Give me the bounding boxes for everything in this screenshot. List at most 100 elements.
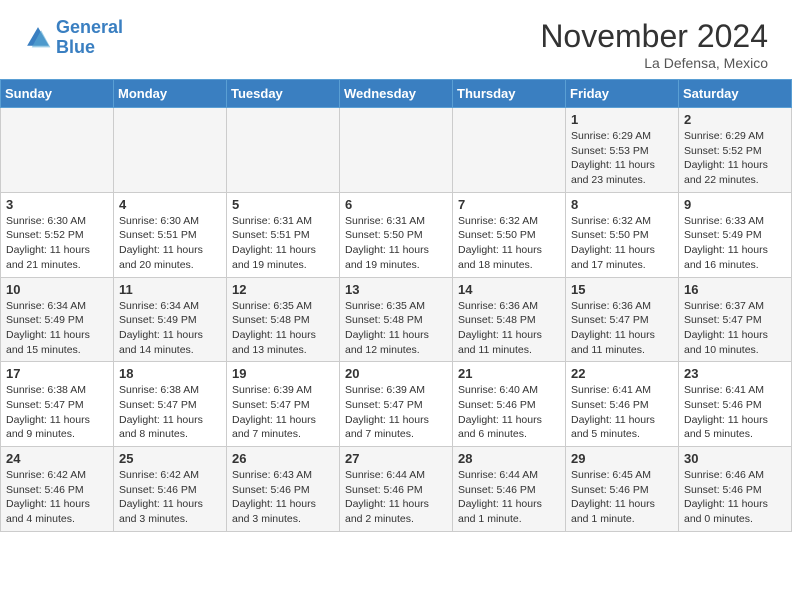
day-number: 4 xyxy=(119,197,221,212)
day-number: 13 xyxy=(345,282,447,297)
calendar-cell xyxy=(340,108,453,193)
calendar-week-row: 24 Sunrise: 6:42 AM Sunset: 5:46 PM Dayli… xyxy=(1,447,792,532)
calendar-cell: 16Sunrise: 6:37 AM Sunset: 5:47 PM Dayli… xyxy=(679,277,792,362)
month-title: November 2024 xyxy=(540,18,768,55)
page-header: General Blue November 2024 La Defensa, M… xyxy=(0,0,792,79)
logo-icon xyxy=(24,24,52,52)
day-number: 24 xyxy=(6,451,108,466)
day-number: 20 xyxy=(345,366,447,381)
cell-content: Sunrise: 6:45 AM Sunset: 5:46 PM Dayligh… xyxy=(571,468,673,527)
cell-content: Sunrise: 6:40 AM Sunset: 5:46 PM Dayligh… xyxy=(458,383,560,442)
day-number: 28 xyxy=(458,451,560,466)
logo-line1: General xyxy=(56,17,123,37)
title-area: November 2024 La Defensa, Mexico xyxy=(540,18,768,71)
cell-content: Sunrise: 6:36 AM Sunset: 5:48 PM Dayligh… xyxy=(458,299,560,358)
weekday-header: Saturday xyxy=(679,80,792,108)
calendar-cell: 19 Sunrise: 6:39 AM Sunset: 5:47 PM Dayli… xyxy=(227,362,340,447)
calendar-cell: 4 Sunrise: 6:30 AM Sunset: 5:51 PM Daylig… xyxy=(114,192,227,277)
cell-content: Sunrise: 6:39 AM Sunset: 5:47 PM Dayligh… xyxy=(232,383,334,442)
calendar-cell: 24 Sunrise: 6:42 AM Sunset: 5:46 PM Dayli… xyxy=(1,447,114,532)
cell-content: Sunrise: 6:37 AM Sunset: 5:47 PM Dayligh… xyxy=(684,299,786,358)
day-number: 23 xyxy=(684,366,786,381)
weekday-header: Friday xyxy=(566,80,679,108)
day-number: 26 xyxy=(232,451,334,466)
calendar-cell: 7 Sunrise: 6:32 AM Sunset: 5:50 PM Daylig… xyxy=(453,192,566,277)
calendar-cell: 8Sunrise: 6:32 AM Sunset: 5:50 PM Daylig… xyxy=(566,192,679,277)
logo-line2: Blue xyxy=(56,37,95,57)
calendar-cell: 18 Sunrise: 6:38 AM Sunset: 5:47 PM Dayli… xyxy=(114,362,227,447)
logo-text: General Blue xyxy=(56,18,123,58)
calendar-cell: 15 Sunrise: 6:36 AM Sunset: 5:47 PM Dayli… xyxy=(566,277,679,362)
day-number: 19 xyxy=(232,366,334,381)
calendar-cell: 30 Sunrise: 6:46 AM Sunset: 5:46 PM Dayli… xyxy=(679,447,792,532)
cell-content: Sunrise: 6:39 AM Sunset: 5:47 PM Dayligh… xyxy=(345,383,447,442)
day-number: 9 xyxy=(684,197,786,212)
weekday-header: Wednesday xyxy=(340,80,453,108)
calendar-cell: 26Sunrise: 6:43 AM Sunset: 5:46 PM Dayli… xyxy=(227,447,340,532)
day-number: 27 xyxy=(345,451,447,466)
day-number: 11 xyxy=(119,282,221,297)
calendar-cell: 10 Sunrise: 6:34 AM Sunset: 5:49 PM Dayli… xyxy=(1,277,114,362)
weekday-header-row: SundayMondayTuesdayWednesdayThursdayFrid… xyxy=(1,80,792,108)
day-number: 30 xyxy=(684,451,786,466)
cell-content: Sunrise: 6:46 AM Sunset: 5:46 PM Dayligh… xyxy=(684,468,786,527)
day-number: 7 xyxy=(458,197,560,212)
day-number: 15 xyxy=(571,282,673,297)
cell-content: Sunrise: 6:29 AM Sunset: 5:53 PM Dayligh… xyxy=(571,129,673,188)
cell-content: Sunrise: 6:41 AM Sunset: 5:46 PM Dayligh… xyxy=(684,383,786,442)
calendar-cell: 14 Sunrise: 6:36 AM Sunset: 5:48 PM Dayli… xyxy=(453,277,566,362)
cell-content: Sunrise: 6:33 AM Sunset: 5:49 PM Dayligh… xyxy=(684,214,786,273)
day-number: 14 xyxy=(458,282,560,297)
day-number: 25 xyxy=(119,451,221,466)
weekday-header: Thursday xyxy=(453,80,566,108)
day-number: 18 xyxy=(119,366,221,381)
calendar-week-row: 1 Sunrise: 6:29 AM Sunset: 5:53 PM Daylig… xyxy=(1,108,792,193)
weekday-header: Monday xyxy=(114,80,227,108)
calendar-cell: 21 Sunrise: 6:40 AM Sunset: 5:46 PM Dayli… xyxy=(453,362,566,447)
cell-content: Sunrise: 6:44 AM Sunset: 5:46 PM Dayligh… xyxy=(458,468,560,527)
day-number: 17 xyxy=(6,366,108,381)
location: La Defensa, Mexico xyxy=(540,55,768,71)
day-number: 3 xyxy=(6,197,108,212)
weekday-header: Tuesday xyxy=(227,80,340,108)
calendar-cell: 12Sunrise: 6:35 AM Sunset: 5:48 PM Dayli… xyxy=(227,277,340,362)
calendar-week-row: 17 Sunrise: 6:38 AM Sunset: 5:47 PM Dayli… xyxy=(1,362,792,447)
cell-content: Sunrise: 6:42 AM Sunset: 5:46 PM Dayligh… xyxy=(6,468,108,527)
day-number: 6 xyxy=(345,197,447,212)
cell-content: Sunrise: 6:30 AM Sunset: 5:51 PM Dayligh… xyxy=(119,214,221,273)
day-number: 8 xyxy=(571,197,673,212)
calendar-cell: 11Sunrise: 6:34 AM Sunset: 5:49 PM Dayli… xyxy=(114,277,227,362)
calendar-cell: 23 Sunrise: 6:41 AM Sunset: 5:46 PM Dayli… xyxy=(679,362,792,447)
day-number: 21 xyxy=(458,366,560,381)
day-number: 1 xyxy=(571,112,673,127)
cell-content: Sunrise: 6:31 AM Sunset: 5:51 PM Dayligh… xyxy=(232,214,334,273)
cell-content: Sunrise: 6:42 AM Sunset: 5:46 PM Dayligh… xyxy=(119,468,221,527)
calendar-cell: 20 Sunrise: 6:39 AM Sunset: 5:47 PM Dayli… xyxy=(340,362,453,447)
cell-content: Sunrise: 6:34 AM Sunset: 5:49 PM Dayligh… xyxy=(6,299,108,358)
calendar-cell: 5 Sunrise: 6:31 AM Sunset: 5:51 PM Daylig… xyxy=(227,192,340,277)
cell-content: Sunrise: 6:29 AM Sunset: 5:52 PM Dayligh… xyxy=(684,129,786,188)
calendar-cell xyxy=(114,108,227,193)
weekday-header: Sunday xyxy=(1,80,114,108)
calendar-week-row: 10 Sunrise: 6:34 AM Sunset: 5:49 PM Dayli… xyxy=(1,277,792,362)
calendar-cell: 27Sunrise: 6:44 AM Sunset: 5:46 PM Dayli… xyxy=(340,447,453,532)
day-number: 29 xyxy=(571,451,673,466)
cell-content: Sunrise: 6:36 AM Sunset: 5:47 PM Dayligh… xyxy=(571,299,673,358)
calendar-cell xyxy=(453,108,566,193)
calendar-cell: 25 Sunrise: 6:42 AM Sunset: 5:46 PM Dayli… xyxy=(114,447,227,532)
calendar-week-row: 3 Sunrise: 6:30 AM Sunset: 5:52 PM Daylig… xyxy=(1,192,792,277)
logo: General Blue xyxy=(24,18,123,58)
day-number: 2 xyxy=(684,112,786,127)
calendar-cell: 29 Sunrise: 6:45 AM Sunset: 5:46 PM Dayli… xyxy=(566,447,679,532)
calendar-cell xyxy=(227,108,340,193)
day-number: 5 xyxy=(232,197,334,212)
calendar-cell: 1 Sunrise: 6:29 AM Sunset: 5:53 PM Daylig… xyxy=(566,108,679,193)
day-number: 12 xyxy=(232,282,334,297)
cell-content: Sunrise: 6:30 AM Sunset: 5:52 PM Dayligh… xyxy=(6,214,108,273)
cell-content: Sunrise: 6:38 AM Sunset: 5:47 PM Dayligh… xyxy=(119,383,221,442)
calendar-cell: 13Sunrise: 6:35 AM Sunset: 5:48 PM Dayli… xyxy=(340,277,453,362)
calendar-cell: 6Sunrise: 6:31 AM Sunset: 5:50 PM Daylig… xyxy=(340,192,453,277)
day-number: 10 xyxy=(6,282,108,297)
cell-content: Sunrise: 6:32 AM Sunset: 5:50 PM Dayligh… xyxy=(458,214,560,273)
calendar-cell: 22Sunrise: 6:41 AM Sunset: 5:46 PM Dayli… xyxy=(566,362,679,447)
